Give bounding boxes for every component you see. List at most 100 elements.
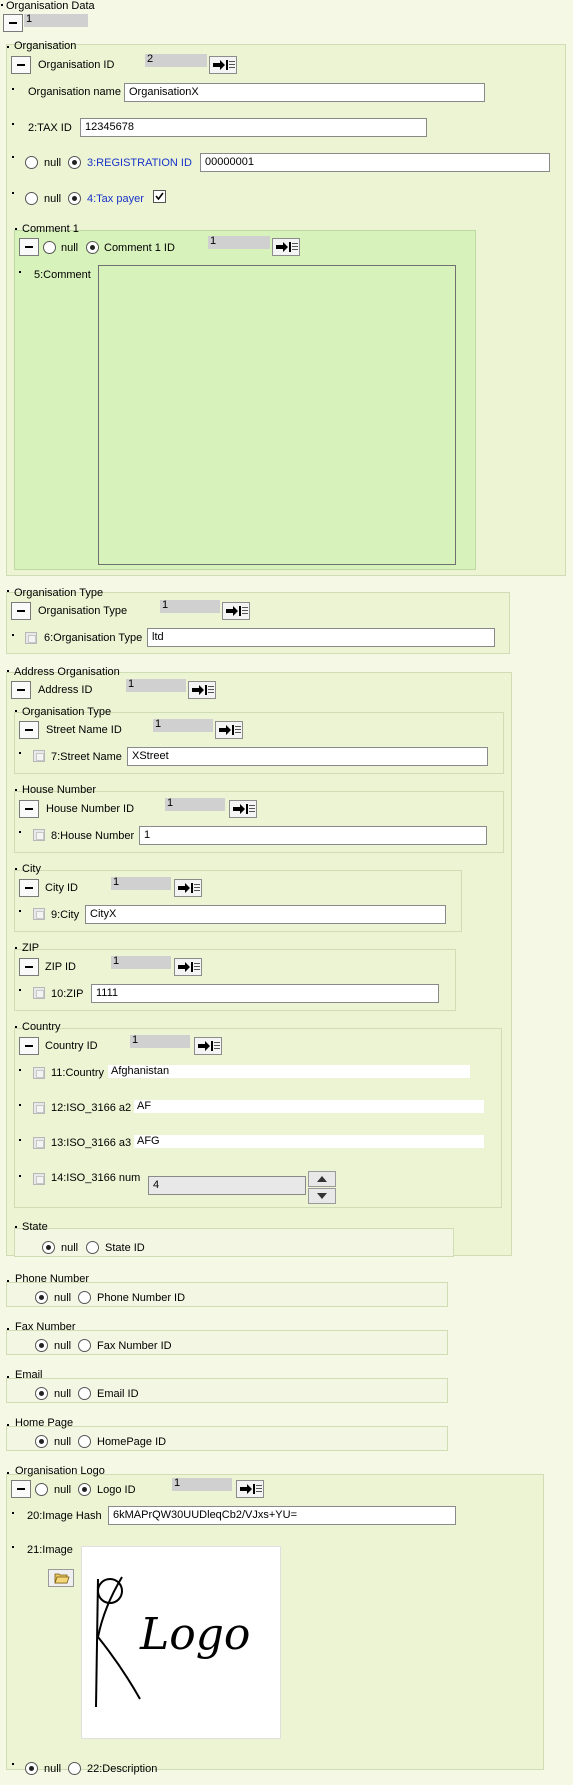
house-group-title: House Number [22, 784, 96, 796]
navigate-address-button[interactable] [188, 681, 216, 699]
tax-id-input[interactable]: 12345678 [80, 118, 427, 137]
collapse-organisation-type-button[interactable] [11, 602, 31, 620]
bullet [19, 271, 21, 273]
navigate-organisation-button[interactable] [209, 56, 237, 74]
organisation-type-input[interactable]: ltd [147, 628, 495, 647]
collapse-address-button[interactable] [11, 681, 31, 699]
comment-group-title: Comment 1 [22, 223, 79, 235]
fax-group [6, 1330, 448, 1355]
bullet [7, 46, 9, 48]
stepper-up-button[interactable] [308, 1171, 336, 1187]
collapse-street-button[interactable] [19, 721, 39, 739]
navigate-street-button[interactable] [215, 721, 243, 739]
email-null-radio[interactable] [35, 1387, 48, 1400]
email-id-radio[interactable] [78, 1387, 91, 1400]
navigate-icon [178, 961, 200, 973]
country-id-label: Country ID [45, 1040, 98, 1052]
tax-id-label: 2:TAX ID [28, 122, 72, 134]
taxpayer-radio[interactable] [68, 192, 81, 205]
bullet [7, 1424, 9, 1426]
navigate-icon [240, 1483, 262, 1495]
description-radio[interactable] [68, 1762, 81, 1775]
collapse-organisation-button[interactable] [11, 56, 31, 74]
street-input[interactable]: XStreet [127, 747, 488, 766]
house-id-label: House Number ID [46, 803, 135, 815]
taxpayer-checkbox[interactable] [153, 190, 166, 203]
arrow-up-icon [317, 1176, 327, 1182]
homepage-id-radio[interactable] [78, 1435, 91, 1448]
state-null-radio[interactable] [42, 1241, 55, 1254]
collapse-comment-button[interactable] [19, 238, 39, 256]
country-id-value: 1 [130, 1035, 190, 1048]
taxpayer-null-radio[interactable] [25, 192, 38, 205]
registration-id-label: 3:REGISTRATION ID [87, 157, 192, 169]
zip-input[interactable]: 1111 [91, 984, 439, 1003]
navigate-house-button[interactable] [229, 800, 257, 818]
state-group [14, 1228, 454, 1257]
logo-image: Logo [81, 1546, 281, 1739]
navigate-logo-button[interactable] [236, 1480, 264, 1498]
homepage-group [6, 1426, 448, 1451]
bullet [15, 868, 17, 870]
iso-a2-value[interactable]: AF [134, 1100, 484, 1113]
fax-id-radio[interactable] [78, 1339, 91, 1352]
collapse-city-button[interactable] [19, 879, 39, 897]
state-null-label: null [61, 1242, 79, 1254]
root-title: Organisation Data [6, 0, 95, 12]
navigate-icon [226, 605, 248, 617]
zip-field-label: 10:ZIP [51, 988, 84, 1000]
iso-a2-label: 12:ISO_3166 a2 [51, 1102, 132, 1114]
open-image-button[interactable] [48, 1569, 74, 1587]
collapse-root-button[interactable] [3, 14, 23, 32]
comment-id-radio[interactable] [86, 241, 99, 254]
house-input[interactable]: 1 [139, 826, 487, 845]
iso-num-stepper[interactable] [308, 1171, 336, 1205]
organisation-type-field-label: 6:Organisation Type [44, 632, 143, 644]
navigate-comment-button[interactable] [272, 238, 300, 256]
registration-id-input[interactable]: 00000001 [200, 153, 550, 172]
collapse-logo-button[interactable] [11, 1480, 31, 1498]
registration-id-radio[interactable] [68, 156, 81, 169]
comment-null-radio[interactable] [43, 241, 56, 254]
navigate-city-button[interactable] [174, 879, 202, 897]
collapse-country-button[interactable] [19, 1037, 39, 1055]
country-value[interactable]: Afghanistan [108, 1065, 470, 1078]
homepage-group-title: Home Page [15, 1417, 74, 1429]
logo-text: Logo [140, 1609, 251, 1660]
image-hash-input[interactable]: 6kMAPrQW30UUDleqCb2/VJxs+YU= [108, 1506, 456, 1525]
city-input[interactable]: CityX [85, 905, 446, 924]
bullet [7, 1472, 9, 1474]
stepper-down-button[interactable] [308, 1188, 336, 1204]
navigate-zip-button[interactable] [174, 958, 202, 976]
fax-null-label: null [54, 1340, 72, 1352]
phone-null-label: null [54, 1292, 72, 1304]
navigate-icon [233, 803, 255, 815]
null-icon [33, 829, 45, 841]
description-null-label: null [44, 1763, 62, 1775]
phone-null-radio[interactable] [35, 1291, 48, 1304]
iso-a3-value[interactable]: AFG [134, 1135, 484, 1148]
taxpayer-label: 4:Tax payer [87, 193, 144, 205]
logo-id-radio[interactable] [78, 1483, 91, 1496]
collapse-house-button[interactable] [19, 800, 39, 818]
comment-textarea[interactable] [98, 265, 456, 565]
taxpayer-null-label: null [44, 193, 62, 205]
phone-id-radio[interactable] [78, 1291, 91, 1304]
homepage-null-radio[interactable] [35, 1435, 48, 1448]
registration-null-radio[interactable] [25, 156, 38, 169]
collapse-zip-button[interactable] [19, 958, 39, 976]
navigate-country-button[interactable] [194, 1037, 222, 1055]
homepage-null-label: null [54, 1436, 72, 1448]
fax-null-radio[interactable] [35, 1339, 48, 1352]
navigate-organisation-type-button[interactable] [222, 602, 250, 620]
city-field-label: 9:City [51, 909, 80, 921]
description-null-radio[interactable] [25, 1762, 38, 1775]
iso-num-input[interactable]: 4 [148, 1176, 306, 1195]
organisation-name-input[interactable]: OrganisationX [124, 83, 485, 102]
bullet [12, 1546, 14, 1548]
state-id-radio[interactable] [86, 1241, 99, 1254]
email-group-title: Email [15, 1369, 43, 1381]
city-id-value: 1 [111, 877, 171, 890]
zip-group-title: ZIP [22, 942, 40, 954]
logo-null-radio[interactable] [35, 1483, 48, 1496]
